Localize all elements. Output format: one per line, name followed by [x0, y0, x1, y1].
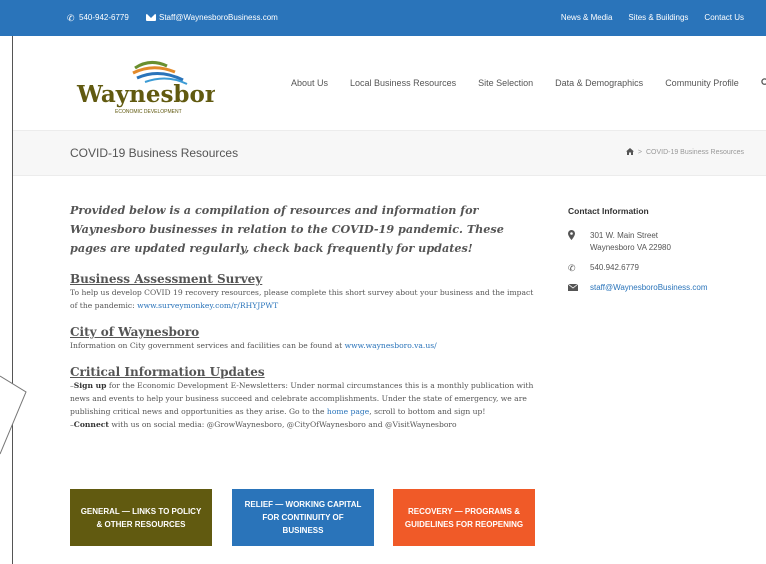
recovery-button[interactable]: RECOVERY — PROGRAMS & GUIDELINES FOR REO…: [393, 489, 535, 546]
survey-heading: Business Assessment Survey: [70, 272, 263, 286]
critical-text-signup: –Sign up for the Economic Development E-…: [70, 379, 540, 418]
phone-icon: ✆: [568, 263, 576, 273]
topbar-phone[interactable]: ✆ 540-942-6779: [67, 13, 129, 22]
signup-bold: Sign up: [73, 381, 107, 390]
topbar-email-text: Staff@WaynesboroBusiness.com: [159, 13, 278, 22]
home-icon[interactable]: [625, 148, 634, 157]
general-resources-button[interactable]: GENERAL — LINKS TO POLICY & OTHER RESOUR…: [70, 489, 212, 546]
nav-local-business-resources[interactable]: Local Business Resources: [350, 78, 456, 89]
survey-link[interactable]: www.surveymonkey.com/r/RHYJPWT: [137, 301, 278, 310]
main-content: Provided below is a compilation of resou…: [70, 201, 540, 431]
logo-text: Waynesboro: [76, 81, 215, 108]
survey-text: To help us develop COVID 19 recovery res…: [70, 286, 540, 312]
topbar-email[interactable]: Staff@WaynesboroBusiness.com: [146, 13, 278, 22]
page-title: COVID-19 Business Resources: [70, 146, 239, 160]
mail-icon: [146, 14, 156, 21]
contact-phone-text[interactable]: 540.942.6779: [590, 262, 639, 274]
city-heading: City of Waynesboro: [70, 325, 200, 339]
site-header: Waynesboro ECONOMIC DEVELOPMENT About Us…: [13, 36, 766, 130]
connect-bold: Connect: [73, 420, 109, 429]
connect-text: with us on social media: @GrowWaynesboro…: [108, 420, 457, 429]
contact-email: staff@WaynesboroBusiness.com: [567, 282, 758, 294]
envelope-icon: [567, 282, 590, 294]
main-nav: About Us Local Business Resources Site S…: [291, 78, 766, 89]
site-logo[interactable]: Waynesboro ECONOMIC DEVELOPMENT: [75, 58, 215, 118]
signup-text-end: , scroll to bottom and sign up!: [369, 407, 486, 416]
address-line-1: 301 W. Main Street: [590, 231, 659, 240]
contact-email-link[interactable]: staff@WaynesboroBusiness.com: [590, 282, 708, 294]
topbar-phone-text: 540-942-6779: [79, 13, 129, 22]
nav-community-profile[interactable]: Community Profile: [665, 78, 739, 89]
nav-data-demographics[interactable]: Data & Demographics: [555, 78, 643, 89]
breadcrumb-separator: >: [637, 149, 642, 156]
city-link[interactable]: www.waynesboro.va.us/: [345, 341, 437, 350]
critical-heading: Critical Information Updates: [70, 365, 265, 379]
decorative-corner: [0, 375, 27, 455]
relief-button[interactable]: RELIEF — WORKING CAPITAL FOR CONTINUITY …: [232, 489, 374, 546]
critical-text-connect: –Connect with us on social media: @GrowW…: [70, 418, 540, 431]
breadcrumb: > COVID-19 Business Resources: [625, 148, 744, 157]
topbar-link-sites[interactable]: Sites & Buildings: [628, 13, 688, 22]
home-page-link[interactable]: home page: [327, 407, 369, 416]
nav-about-us[interactable]: About Us: [291, 78, 328, 89]
contact-title: Contact Information: [568, 206, 649, 216]
breadcrumb-current: COVID-19 Business Resources: [645, 149, 744, 156]
nav-site-selection[interactable]: Site Selection: [478, 78, 533, 89]
topbar-links: News & Media Sites & Buildings Contact U…: [561, 13, 744, 22]
search-icon[interactable]: [760, 78, 766, 89]
city-description: Information on City government services …: [70, 341, 345, 350]
map-marker-icon: [568, 230, 590, 254]
contact-phone: ✆ 540.942.6779: [568, 262, 758, 274]
city-text: Information on City government services …: [70, 339, 540, 352]
page-title-bar: COVID-19 Business Resources > COVID-19 B…: [13, 130, 766, 176]
address-line-2: Waynesboro VA 22980: [590, 243, 671, 252]
contact-sidebar: Contact Information 301 W. Main Street W…: [567, 206, 758, 302]
contact-address: 301 W. Main Street Waynesboro VA 22980: [568, 230, 758, 254]
phone-icon: ✆: [67, 12, 75, 23]
address-block: 301 W. Main Street Waynesboro VA 22980: [590, 230, 671, 254]
topbar-link-news[interactable]: News & Media: [561, 13, 613, 22]
topbar-link-contact[interactable]: Contact Us: [704, 13, 744, 22]
top-bar: ✆ 540-942-6779 Staff@WaynesboroBusiness.…: [0, 0, 766, 36]
logo-tagline: ECONOMIC DEVELOPMENT: [115, 109, 182, 115]
intro-text: Provided below is a compilation of resou…: [70, 203, 504, 255]
